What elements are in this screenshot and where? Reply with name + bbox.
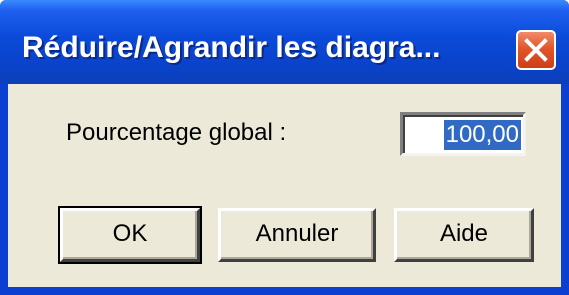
dialog-window: Réduire/Agrandir les diagra... Pourcenta… [0,0,569,295]
close-icon [524,38,548,62]
input-selected-value: 100,00 [443,120,521,150]
global-percentage-label: Pourcentage global : [66,119,287,146]
dialog-body: Pourcentage global : 100,00 OK Annuler A… [8,84,561,287]
ok-button[interactable]: OK [58,206,202,264]
global-percentage-input[interactable]: 100,00 [400,112,526,156]
cancel-button[interactable]: Annuler [218,208,376,262]
title-bar[interactable]: Réduire/Agrandir les diagra... [0,0,569,84]
close-button[interactable] [516,30,556,70]
window-title: Réduire/Agrandir les diagra... [22,31,441,64]
help-button[interactable]: Aide [394,208,534,262]
